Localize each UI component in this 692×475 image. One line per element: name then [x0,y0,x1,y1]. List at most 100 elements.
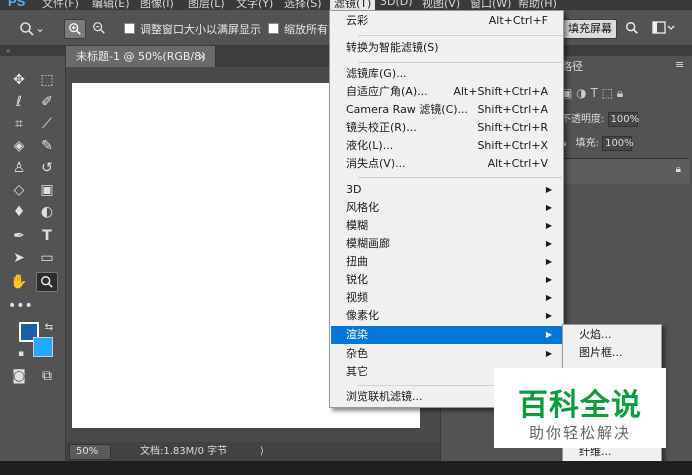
fill-row: 🔒︎ 填充: 100% [561,134,634,152]
fill-input[interactable]: 100% [602,136,634,151]
submenu-arrow-icon: ▶ [545,203,552,212]
brush-tool-icon[interactable]: ✎ [36,136,58,156]
menu-item-lens-correction[interactable]: 镜头校正(R)... Shift+Ctrl+R [331,119,562,137]
toolbox: « ✥ ⬚ ℓ ✐ ⌗ ⟋ ◈ ✎ ♙ ↺ ◇ ▣ ♦ ◐ ✒ T ➤ ▭ ✋ … [0,46,66,475]
toolbox-collapse-handle[interactable]: « [0,46,65,56]
hand-tool-icon[interactable]: ✋ [8,272,30,292]
menu-filter[interactable]: 滤镜(T) [330,0,376,10]
menu-item-camera-raw[interactable]: Camera Raw 滤镜(C)... Shift+Ctrl+A [331,101,562,119]
watermark: 百科全说 助你轻松解决 [494,368,666,448]
menu-item-video[interactable]: 视频 ▶ [331,289,562,307]
menu-item-blur-gallery[interactable]: 模糊画廊 ▶ [331,235,562,253]
menu-item-sharpen[interactable]: 锐化 ▶ [331,271,562,289]
status-menu-arrow-icon[interactable]: ⟩ [260,442,264,462]
dodge-tool-icon[interactable]: ◐ [36,202,58,222]
status-bar: 50% 文档:1.83M/0 字节 ⟩ [66,442,440,462]
layer-filter-icons[interactable]: ▣ ◑ T ⬚ 🔒︎ [561,86,623,104]
move-tool-icon[interactable]: ✥ [8,70,30,90]
submenu-arrow-icon: ▶ [545,293,552,302]
resize-window-label: 调整窗口大小以满屏显示 [140,23,261,36]
quick-select-tool-icon[interactable]: ✐ [36,92,58,112]
submenu-item-flame[interactable]: 火焰... [564,326,660,344]
tab-paths[interactable]: 路径 [561,58,583,74]
zoom-out-button[interactable] [88,19,110,39]
swap-colors-icon[interactable]: ⇆ [38,318,60,338]
menu-item-filter-gallery[interactable]: 滤镜库(G)... [331,65,562,83]
menu-item-distort[interactable]: 扭曲 ▶ [331,253,562,271]
lasso-tool-icon[interactable]: ℓ [8,92,30,112]
gradient-tool-icon[interactable]: ▣ [36,180,58,200]
resize-window-checkbox[interactable] [124,23,135,34]
submenu-arrow-icon: ▶ [545,185,552,194]
menu-item-last-filter[interactable]: 云彩 Alt+Ctrl+F [331,12,562,30]
submenu-item-picture-frame[interactable]: 图片框... [564,344,660,362]
fill-screen-button[interactable]: 填充屏幕 [563,19,617,39]
menu-separator [358,62,562,63]
menu-item-vanishing-point[interactable]: 消失点(V)... Alt+Ctrl+V [331,155,562,173]
workspace-switcher[interactable] [650,19,678,39]
more-tools-icon[interactable]: ••• [8,296,33,316]
close-icon[interactable]: × [198,46,207,67]
menu-item-adaptive-wide-angle[interactable]: 自适应广角(A)... Alt+Shift+Ctrl+A [331,83,562,101]
marquee-tool-icon[interactable]: ⬚ [36,70,58,90]
menu-image[interactable]: 图像(I) [140,0,174,10]
document-info: 文档:1.83M/0 字节 [140,446,228,457]
eraser-tool-icon[interactable]: ◇ [8,180,30,200]
menu-help[interactable]: 帮助(H) [518,0,557,10]
menu-window[interactable]: 窗口(W) [470,0,511,10]
taskbar [0,461,692,475]
zoom-tool-preset[interactable]: ⌄ [14,19,50,39]
screen-mode-icon[interactable]: ⧉ [36,366,58,386]
menu-item-convert-smart-filter[interactable]: 转换为智能滤镜(S) [331,39,562,57]
zoom-in-button[interactable] [64,19,86,39]
menu-3d[interactable]: 3D(D) [380,0,413,8]
menu-select[interactable]: 选择(S) [284,0,322,10]
zoom-all-windows-checkbox[interactable] [268,23,279,34]
submenu-arrow-icon: ▶ [545,257,552,266]
menu-item-render[interactable]: 渲染 ▶ [331,326,562,344]
panel-menu-icon[interactable]: ≡ [675,58,684,71]
menu-item-stylize[interactable]: 风格化 ▶ [331,199,562,217]
watermark-title: 百科全说 [518,388,642,423]
opacity-input[interactable]: 100% [607,112,639,127]
menu-view[interactable]: 视图(V) [422,0,460,10]
menu-type[interactable]: 文字(Y) [236,0,273,10]
default-colors-icon[interactable]: ▪ [10,344,32,364]
crop-tool-icon[interactable]: ⌗ [8,114,30,134]
menu-item-3d[interactable]: 3D ▶ [331,181,562,199]
quick-mask-icon[interactable]: ◙ [8,366,30,386]
search-button[interactable] [621,19,643,39]
submenu-arrow-icon: ▶ [545,311,552,320]
menu-item-liquify[interactable]: 液化(L)... Shift+Ctrl+X [331,137,562,155]
filter-menu: 云彩 Alt+Ctrl+F 转换为智能滤镜(S) 滤镜库(G)... 自适应广角… [329,10,564,408]
pen-tool-icon[interactable]: ✒ [8,226,30,246]
document-tab[interactable]: 未标题-1 @ 50%(RGB/8) × [66,46,216,67]
watermark-subtitle: 助你轻松解决 [528,424,631,442]
zoom-level-field[interactable]: 50% [69,444,111,460]
zoom-icon [20,21,34,36]
healing-brush-tool-icon[interactable]: ◈ [8,136,30,156]
workspace-icon [652,21,675,34]
menu-file[interactable]: 文件(F) [42,0,79,10]
eyedropper-tool-icon[interactable]: ⟋ [36,114,58,134]
menu-item-blur[interactable]: 模糊 ▶ [331,217,562,235]
menu-layer[interactable]: 图层(L) [188,0,225,10]
layer-row[interactable]: 🔒︎ [561,158,689,184]
submenu-arrow-icon: ▶ [545,349,552,358]
menu-edit[interactable]: 编辑(E) [92,0,130,10]
clone-stamp-tool-icon[interactable]: ♙ [8,158,30,178]
opacity-label: 不透明度: [561,114,605,125]
menu-separator [358,177,562,178]
menubar: PS 文件(F) 编辑(E) 图像(I) 图层(L) 文字(Y) 选择(S) 滤… [0,0,692,10]
path-select-tool-icon[interactable]: ➤ [8,248,30,268]
zoom-tool-icon[interactable] [36,272,58,292]
menu-item-noise[interactable]: 杂色 ▶ [331,345,562,363]
dropdown-arrow-icon: ⌄ [34,21,46,35]
background-color-swatch[interactable] [33,337,53,357]
opacity-row: 不透明度: 100% [561,110,639,128]
shape-tool-icon[interactable]: ▭ [36,248,58,268]
menu-item-pixelate[interactable]: 像素化 ▶ [331,307,562,325]
history-brush-tool-icon[interactable]: ↺ [36,158,58,178]
blur-tool-icon[interactable]: ♦ [8,202,30,222]
type-tool-icon[interactable]: T [36,226,58,246]
